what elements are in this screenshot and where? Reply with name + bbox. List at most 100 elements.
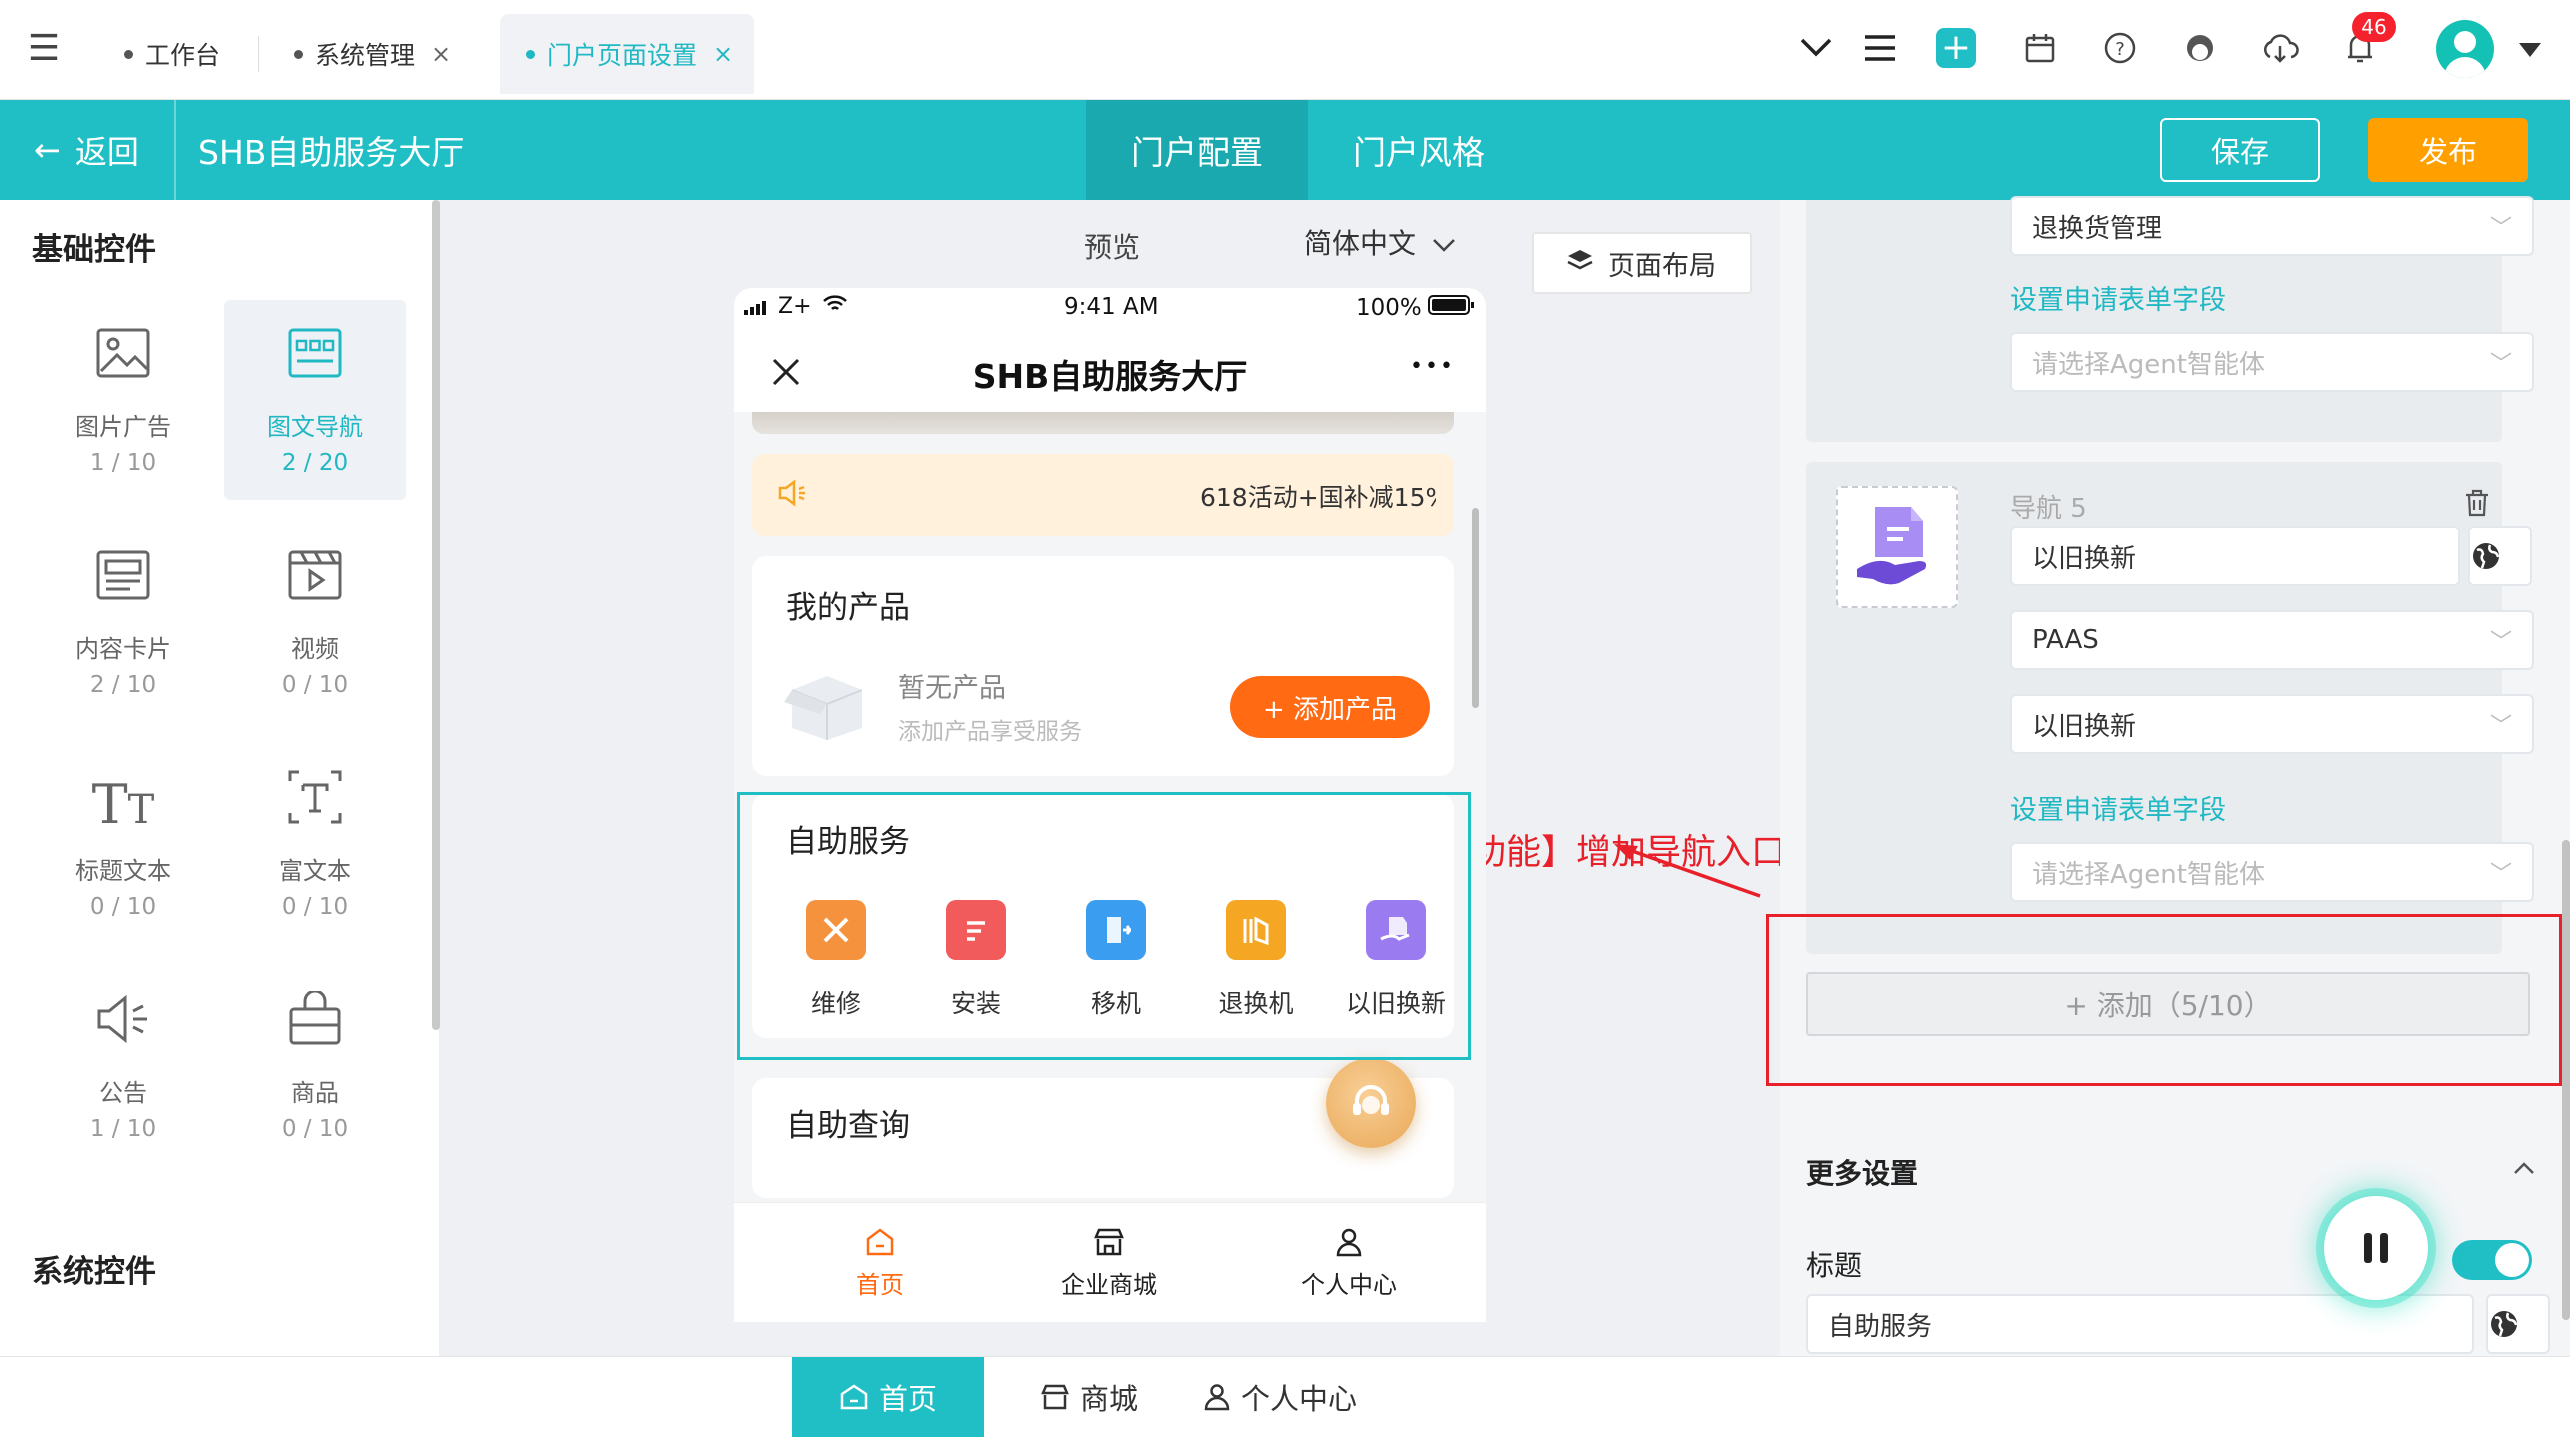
nav-label: 个人中心 bbox=[1240, 1382, 1357, 1416]
nav-item-4-card: 退换货管理 ﹀ 设置申请表单字段 请选择Agent智能体 ﹀ bbox=[1806, 196, 2534, 442]
component-product[interactable]: 商品 0 / 10 bbox=[224, 966, 406, 1166]
tab-label: 工作台 bbox=[145, 41, 221, 70]
image-icon bbox=[95, 325, 151, 397]
nav4-agent-select[interactable]: 请选择Agent智能体 ﹀ bbox=[2010, 332, 2534, 392]
nav-label: 企业商城 bbox=[1061, 1271, 1157, 1299]
nav5-agent-select[interactable]: 请选择Agent智能体 ﹀ bbox=[2010, 842, 2534, 902]
page-layout-button[interactable]: 页面布局 bbox=[1532, 232, 1752, 294]
component-image-ad[interactable]: 图片广告 1 / 10 bbox=[32, 300, 214, 500]
phone-nav-profile[interactable]: 个人中心 bbox=[1274, 1227, 1424, 1300]
save-button[interactable]: 保存 bbox=[2160, 118, 2320, 182]
more-settings-title: 更多设置 bbox=[1806, 1157, 1919, 1190]
pause-recording-button[interactable] bbox=[2324, 1196, 2428, 1300]
title-setting-input[interactable]: 自助服务 bbox=[1806, 1294, 2474, 1354]
trade-in-hand-icon bbox=[1857, 507, 1927, 585]
editor-header: ← 返回 SHB自助服务大厅 门户配置 门户风格 保存 发布 bbox=[0, 100, 2570, 200]
tab-workbench[interactable]: 工作台 bbox=[110, 14, 260, 94]
component-label: 商品 bbox=[291, 1078, 339, 1107]
avatar-small-icon[interactable] bbox=[2174, 22, 2226, 74]
help-icon[interactable]: ? bbox=[2094, 22, 2146, 74]
nav5-icon-upload[interactable] bbox=[1836, 486, 1958, 608]
customer-service-icon[interactable] bbox=[1326, 1058, 1416, 1148]
right-scrollbar[interactable] bbox=[2562, 840, 2570, 1320]
left-scrollbar[interactable] bbox=[432, 200, 440, 1030]
toggle-knob bbox=[2495, 1243, 2529, 1277]
properties-panel: 退换货管理 ﹀ 设置申请表单字段 请选择Agent智能体 ﹀ 导航 5 以旧换新… bbox=[1780, 196, 2570, 1356]
wifi-icon bbox=[822, 294, 848, 319]
tab-portal-config[interactable]: 门户配置 bbox=[1086, 100, 1308, 200]
nav4-form-fields-link[interactable]: 设置申请表单字段 bbox=[2010, 278, 2226, 317]
nav5-name-input[interactable]: 以旧换新 bbox=[2010, 526, 2460, 586]
tab-dot bbox=[294, 49, 303, 59]
tab-portal-page-settings[interactable]: 门户页面设置 × bbox=[500, 14, 754, 94]
component-label: 富文本 bbox=[279, 856, 351, 885]
menu-fold-icon[interactable]: ☰ bbox=[18, 22, 70, 74]
empty-box-icon bbox=[784, 676, 863, 740]
cloud-download-icon[interactable] bbox=[2254, 22, 2306, 74]
component-content-card[interactable]: 内容卡片 2 / 10 bbox=[32, 522, 214, 722]
select-placeholder: 请选择Agent智能体 bbox=[2032, 349, 2265, 380]
bottom-nav-home[interactable]: 首页 bbox=[792, 1357, 984, 1437]
notice-bar[interactable]: 618活动+国补减15% bbox=[752, 454, 1454, 536]
component-grid-nav[interactable]: 图文导航 2 / 20 bbox=[224, 300, 406, 500]
nav5-language-button[interactable] bbox=[2468, 526, 2532, 586]
portal-title: SHB自助服务大厅 bbox=[198, 133, 465, 172]
component-title-text[interactable]: TT 标题文本 0 / 10 bbox=[32, 744, 214, 944]
nav5-label: 导航 5 bbox=[2010, 494, 2087, 524]
language-select[interactable]: 简体中文 bbox=[1304, 222, 1456, 262]
component-rich-text[interactable]: 富文本 0 / 10 bbox=[224, 744, 406, 944]
user-icon bbox=[1204, 1384, 1230, 1411]
tab-label: 门户页面设置 bbox=[547, 41, 698, 70]
delete-icon[interactable] bbox=[2458, 484, 2496, 522]
tab-close-icon[interactable]: × bbox=[431, 40, 451, 68]
empty-product-sub: 添加产品享受服务 bbox=[898, 719, 1082, 745]
grid-nav-icon bbox=[287, 325, 343, 397]
battery-label: 100% bbox=[1356, 295, 1422, 321]
tab-system[interactable]: 系统管理 × bbox=[280, 14, 480, 94]
bottom-nav-mall[interactable]: 商城 bbox=[1024, 1357, 1154, 1437]
nav5-form-fields-link[interactable]: 设置申请表单字段 bbox=[2010, 788, 2226, 827]
title-visible-toggle[interactable] bbox=[2452, 1240, 2532, 1280]
svg-text:?: ? bbox=[2115, 39, 2125, 60]
user-avatar-icon[interactable] bbox=[2436, 20, 2494, 78]
phone-scrollbar[interactable] bbox=[1472, 508, 1479, 708]
nav5-type-select[interactable]: PAAS ﹀ bbox=[2010, 610, 2534, 670]
caret-down-icon[interactable] bbox=[2510, 30, 2550, 70]
component-count: 0 / 10 bbox=[281, 671, 349, 698]
component-label: 图片广告 bbox=[75, 412, 171, 441]
chevron-down-icon[interactable] bbox=[1790, 22, 1842, 74]
nav5-function-select[interactable]: 以旧换新 ﹀ bbox=[2010, 694, 2534, 754]
add-button-highlight bbox=[1766, 914, 2562, 1086]
component-video[interactable]: 视频 0 / 10 bbox=[224, 522, 406, 722]
select-placeholder: 请选择Agent智能体 bbox=[2032, 859, 2265, 890]
back-button[interactable]: ← 返回 bbox=[34, 100, 139, 200]
chevron-down-icon: ﹀ bbox=[2489, 862, 2512, 887]
bottom-nav-profile[interactable]: 个人中心 bbox=[1190, 1357, 1370, 1437]
product-bag-icon bbox=[287, 989, 343, 1063]
title-language-button[interactable] bbox=[2486, 1294, 2550, 1354]
card-title: 自助查询 bbox=[786, 1108, 910, 1144]
language-label: 简体中文 bbox=[1304, 227, 1417, 260]
nav4-function-select[interactable]: 退换货管理 ﹀ bbox=[2010, 196, 2534, 256]
component-count: 0 / 10 bbox=[281, 1115, 349, 1142]
input-value: 自助服务 bbox=[1828, 1311, 1933, 1342]
calendar-icon[interactable] bbox=[2014, 22, 2066, 74]
banner-image bbox=[752, 412, 1454, 434]
chevron-up-icon[interactable] bbox=[2506, 1150, 2542, 1186]
component-announcement[interactable]: 公告 1 / 10 bbox=[32, 966, 214, 1166]
publish-button[interactable]: 发布 bbox=[2368, 118, 2528, 182]
menu-lines-icon[interactable] bbox=[1854, 22, 1906, 74]
tab-dot bbox=[526, 49, 535, 59]
phone-status-left: Z+ bbox=[744, 294, 848, 319]
tab-portal-style[interactable]: 门户风格 bbox=[1308, 100, 1530, 200]
store-icon bbox=[1041, 1384, 1069, 1410]
globe-icon bbox=[2491, 1311, 2518, 1337]
add-product-button[interactable]: + 添加产品 bbox=[1230, 676, 1430, 738]
more-icon[interactable]: ••• bbox=[1410, 354, 1455, 379]
tab-close-icon[interactable]: × bbox=[713, 40, 733, 68]
phone-nav-home[interactable]: 首页 bbox=[820, 1227, 940, 1300]
phone-battery: 100% bbox=[1356, 294, 1476, 322]
plus-square-icon[interactable]: + bbox=[1930, 22, 1982, 74]
layers-icon bbox=[1566, 248, 1594, 279]
phone-nav-mall[interactable]: 企业商城 bbox=[1034, 1227, 1184, 1300]
